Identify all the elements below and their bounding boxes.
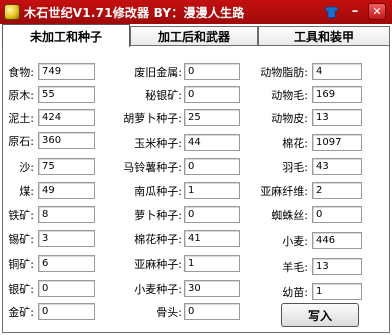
radish-seed-field[interactable] <box>184 206 240 223</box>
copper-ore-field[interactable] <box>38 255 95 272</box>
label-wheat: 小麦: <box>282 235 308 248</box>
label-bone: 骨头: <box>156 306 182 319</box>
label-flax-seed: 亚麻种子: <box>134 258 182 271</box>
potato-seed-field[interactable] <box>184 158 240 175</box>
wheat-seed-field[interactable] <box>184 280 240 297</box>
scrap-metal-field[interactable] <box>184 63 240 80</box>
log-field[interactable] <box>38 86 95 103</box>
close-icon[interactable]: ✕ <box>368 3 386 20</box>
tab-raw-and-seeds[interactable]: 未加工和种子 <box>2 24 130 47</box>
label-cotton-seed: 棉花种子: <box>134 233 182 246</box>
gold-coin-icon <box>4 4 20 20</box>
label-wool: 羊毛: <box>282 261 308 274</box>
label-tin-ore: 锡矿: <box>8 233 34 246</box>
label-gold-ore: 金矿: <box>8 306 34 319</box>
label-wheat-seed: 小麦种子: <box>134 283 182 296</box>
feather-field[interactable] <box>312 158 362 175</box>
label-sand: 沙: <box>19 161 34 174</box>
minimize-icon[interactable]: – <box>346 3 364 20</box>
label-iron-ore: 铁矿: <box>8 209 34 222</box>
label-potato-seed: 马铃薯种子: <box>123 161 182 174</box>
flax-fiber-field[interactable] <box>312 182 362 199</box>
label-mithril-ore: 秘银矿: <box>145 89 182 102</box>
seedling-field[interactable] <box>312 283 362 300</box>
label-coal: 煤: <box>19 185 34 198</box>
flax-seed-field[interactable] <box>184 255 240 272</box>
title-bar: 木石世纪V1.71修改器 BY：漫漫人生路 – ✕ <box>0 0 392 24</box>
label-cotton: 棉花: <box>282 137 308 150</box>
tab-processed-and-weapons[interactable]: 加工后和武器 <box>130 26 258 46</box>
corn-seed-field[interactable] <box>184 134 240 151</box>
label-flax-fiber: 亚麻纤维: <box>260 185 308 198</box>
label-feather: 羽毛: <box>282 161 308 174</box>
label-mud: 泥土: <box>8 112 34 125</box>
tin-ore-field[interactable] <box>38 230 95 247</box>
coal-field[interactable] <box>38 182 95 199</box>
label-silver-ore: 银矿: <box>8 283 34 296</box>
carrot-seed-field[interactable] <box>184 109 240 126</box>
cotton-seed-field[interactable] <box>184 230 240 247</box>
label-log: 原木: <box>8 89 34 102</box>
silver-ore-field[interactable] <box>38 280 95 297</box>
wool-field[interactable] <box>312 258 362 275</box>
label-food: 食物: <box>8 66 34 79</box>
iron-ore-field[interactable] <box>38 206 95 223</box>
label-radish-seed: 萝卜种子: <box>134 209 182 222</box>
animal-hide-field[interactable] <box>312 109 362 126</box>
label-corn-seed: 玉米种子: <box>134 137 182 150</box>
label-seedling: 幼苗: <box>282 286 308 299</box>
label-pumpkin-seed: 南瓜种子: <box>134 185 182 198</box>
mithril-ore-field[interactable] <box>184 86 240 103</box>
sand-field[interactable] <box>38 158 95 175</box>
label-animal-hide: 动物皮: <box>271 112 308 125</box>
write-button[interactable]: 写入 <box>281 303 359 327</box>
food-field[interactable] <box>38 63 95 80</box>
bone-field[interactable] <box>184 303 240 320</box>
cotton-field[interactable] <box>312 134 362 151</box>
label-copper-ore: 铜矿: <box>8 258 34 271</box>
stone-field[interactable] <box>38 132 95 149</box>
mud-field[interactable] <box>38 109 95 126</box>
tab-tools-and-armor[interactable]: 工具和装甲 <box>258 26 390 46</box>
window-title: 木石世纪V1.71修改器 BY：漫漫人生路 <box>24 6 245 20</box>
animal-hair-field[interactable] <box>312 86 362 103</box>
tab-bar: 未加工和种子 加工后和武器 工具和装甲 <box>0 24 392 47</box>
label-spider-silk: 蜘蛛丝: <box>271 209 308 222</box>
label-animal-fat: 动物脂肪: <box>260 66 308 79</box>
wheat-field[interactable] <box>312 232 362 249</box>
label-animal-hair: 动物毛: <box>271 89 308 102</box>
spider-silk-field[interactable] <box>312 206 362 223</box>
shirt-icon[interactable] <box>322 3 340 20</box>
label-scrap-metal: 废旧金属: <box>134 66 182 79</box>
label-stone: 原石: <box>8 135 34 148</box>
gold-ore-field[interactable] <box>38 303 95 320</box>
label-carrot-seed: 胡萝卜种子: <box>123 112 182 125</box>
animal-fat-field[interactable] <box>312 63 362 80</box>
pumpkin-seed-field[interactable] <box>184 182 240 199</box>
